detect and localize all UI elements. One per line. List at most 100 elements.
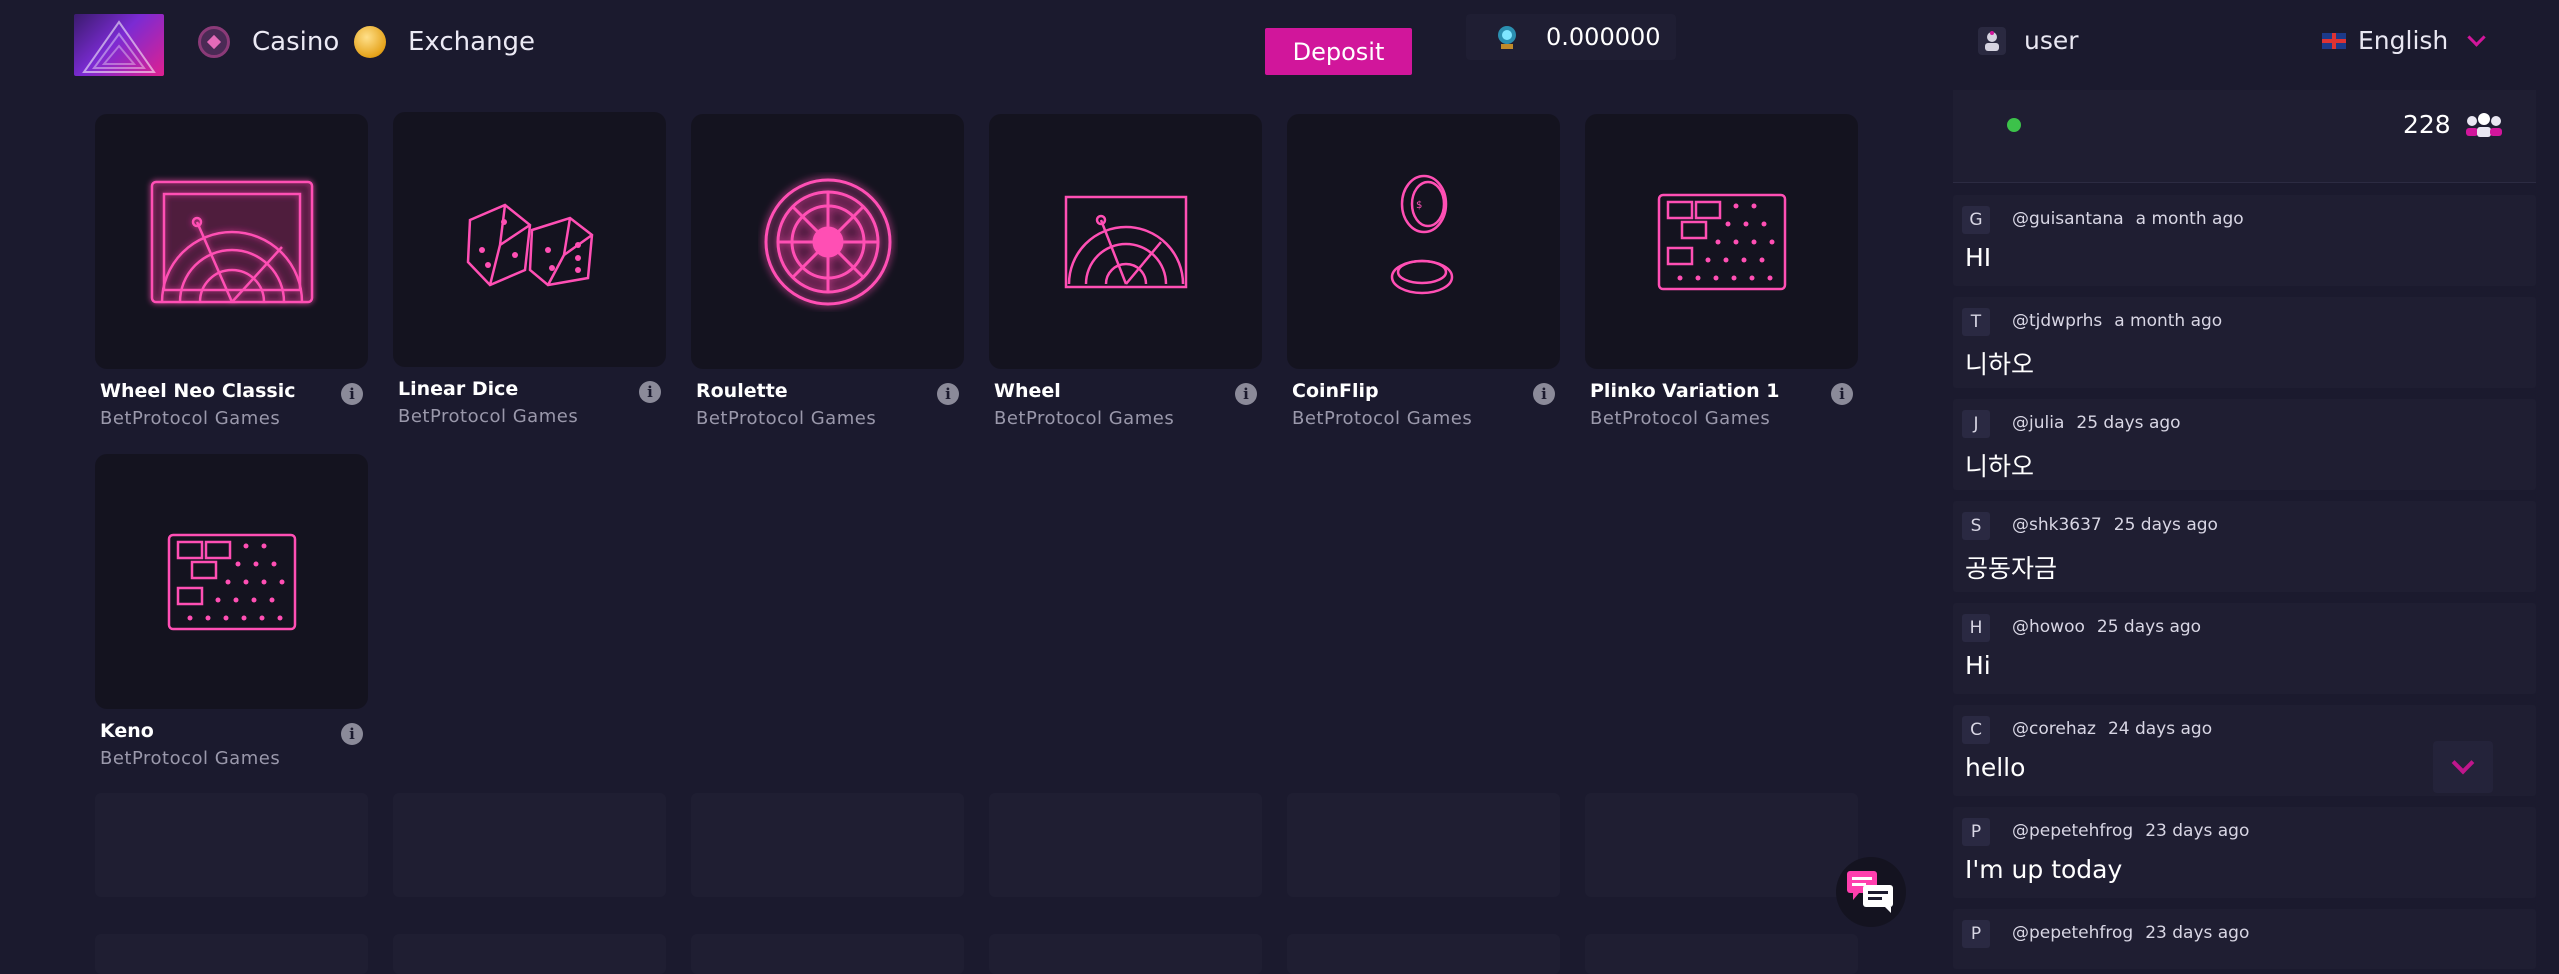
game-provider: BetProtocol Games [100, 408, 281, 429]
chat-message: J @julia 25 days ago 니하오 [1953, 399, 2536, 490]
loading-placeholder [393, 934, 666, 974]
chat-message: P @pepetehfrog 23 days ago I'm up today [1953, 807, 2536, 898]
loading-placeholder [393, 793, 666, 897]
message-username[interactable]: @julia [2012, 413, 2064, 433]
online-status-dot [2007, 118, 2021, 132]
game-provider: BetProtocol Games [398, 406, 579, 427]
exchange-coin-icon [354, 26, 386, 58]
message-username[interactable]: @pepetehfrog [2012, 923, 2133, 943]
info-icon[interactable]: i [341, 383, 363, 405]
message-text: 니하오 [1965, 350, 2035, 379]
info-icon[interactable]: i [341, 723, 363, 745]
game-tile[interactable] [1585, 114, 1858, 369]
svg-text:$: $ [1416, 200, 1422, 211]
chevron-down-icon [2451, 751, 2475, 775]
app-logo[interactable] [74, 14, 164, 76]
game-name: CoinFlip [1292, 380, 1379, 402]
chat-message: H @howoo 25 days ago Hi [1953, 603, 2536, 694]
user-initial-avatar: J [1962, 410, 1990, 438]
deposit-button[interactable]: Deposit [1265, 28, 1412, 75]
message-text: 니하오 [1965, 452, 2035, 481]
game-name: Wheel Neo Classic [100, 380, 296, 402]
message-time: a month ago [2135, 209, 2244, 229]
info-icon[interactable]: i [937, 383, 959, 405]
loading-placeholder [1287, 793, 1560, 897]
info-icon[interactable]: i [1533, 383, 1555, 405]
language-select[interactable]: English [2322, 26, 2486, 55]
game-card[interactable]: Linear Dice BetProtocol Games i [393, 112, 666, 427]
user-initial-avatar: G [1962, 206, 1990, 234]
game-tile[interactable] [393, 112, 666, 367]
nav-casino[interactable]: Casino [198, 22, 339, 62]
nav-exchange[interactable]: Exchange [354, 22, 535, 62]
game-tile[interactable] [989, 114, 1262, 369]
chat-bubbles-icon [1847, 871, 1893, 913]
game-card[interactable]: Wheel BetProtocol Games i [989, 114, 1262, 429]
message-username[interactable]: @pepetehfrog [2012, 821, 2133, 841]
user-menu[interactable]: user [1978, 26, 2079, 55]
game-card[interactable]: Wheel Neo Classic BetProtocol Games i [95, 114, 368, 429]
chevron-down-icon [2467, 28, 2486, 47]
username: user [2024, 26, 2079, 55]
game-tile[interactable] [95, 454, 368, 709]
coinflip-icon: $ [1390, 174, 1453, 294]
message-text: Hi [1965, 651, 1991, 680]
keno-icon [167, 533, 296, 630]
game-tile[interactable] [95, 114, 368, 369]
game-card[interactable]: Roulette BetProtocol Games i [691, 114, 964, 429]
message-text: hello [1965, 753, 2026, 782]
roulette-icon [764, 178, 891, 305]
game-card[interactable]: Keno BetProtocol Games i [95, 454, 368, 769]
message-text: I'm up today [1965, 855, 2123, 884]
user-initial-avatar: T [1962, 308, 1990, 336]
loading-placeholder [1585, 934, 1858, 974]
user-initial-avatar: H [1962, 614, 1990, 642]
message-time: 25 days ago [2096, 617, 2202, 637]
message-time: 24 days ago [2107, 719, 2213, 739]
dice-icon [466, 203, 593, 286]
game-name: Wheel [994, 380, 1061, 402]
message-username[interactable]: @shk3637 [2012, 515, 2102, 535]
game-card[interactable]: Plinko Variation 1 BetProtocol Games i [1585, 114, 1858, 429]
game-provider: BetProtocol Games [100, 748, 281, 769]
user-initial-avatar: P [1962, 818, 1990, 846]
nav-exchange-label: Exchange [408, 27, 536, 57]
chat-message: T @tjdwprhs a month ago 니하오 [1953, 297, 2536, 388]
users-group-icon [2466, 113, 2502, 137]
message-username[interactable]: @howoo [2012, 617, 2085, 637]
chat-message: G @guisantana a month ago HI [1953, 195, 2536, 286]
loading-placeholder [989, 934, 1262, 974]
balance-display[interactable]: 0.000000 [1466, 14, 1676, 60]
message-text: 공동자금 [1965, 554, 2058, 583]
game-tile[interactable] [691, 114, 964, 369]
game-provider: BetProtocol Games [1590, 408, 1771, 429]
game-name: Linear Dice [398, 378, 519, 400]
loading-placeholder [989, 793, 1262, 897]
wheel-neo-classic-icon [150, 180, 313, 303]
user-initial-avatar: S [1962, 512, 1990, 540]
info-icon[interactable]: i [1831, 383, 1853, 405]
info-icon[interactable]: i [1235, 383, 1257, 405]
message-username[interactable]: @corehaz [2012, 719, 2096, 739]
game-card[interactable]: $ CoinFlip BetProtocol Games i [1287, 114, 1560, 429]
game-provider: BetProtocol Games [696, 408, 877, 429]
message-time: 23 days ago [2145, 923, 2250, 943]
nav-casino-label: Casino [252, 27, 340, 57]
user-initial-avatar: C [1962, 716, 1990, 744]
casino-icon [198, 26, 230, 58]
loading-placeholder [691, 793, 964, 897]
user-initial-avatar: P [1962, 920, 1990, 948]
balance-amount: 0.000000 [1546, 23, 1661, 51]
info-icon[interactable]: i [639, 381, 661, 403]
online-count: 228 [2403, 110, 2451, 139]
wheel-icon [1064, 195, 1187, 288]
loading-placeholder [95, 934, 368, 974]
chat-toggle-button[interactable] [1836, 857, 1906, 927]
currency-token-icon [1492, 22, 1522, 52]
scroll-to-bottom-button[interactable] [2433, 741, 2493, 793]
message-username[interactable]: @tjdwprhs [2012, 311, 2102, 331]
game-provider: BetProtocol Games [994, 408, 1175, 429]
message-username[interactable]: @guisantana [2012, 209, 2124, 229]
game-tile[interactable]: $ [1287, 114, 1560, 369]
game-name: Plinko Variation 1 [1590, 380, 1780, 402]
